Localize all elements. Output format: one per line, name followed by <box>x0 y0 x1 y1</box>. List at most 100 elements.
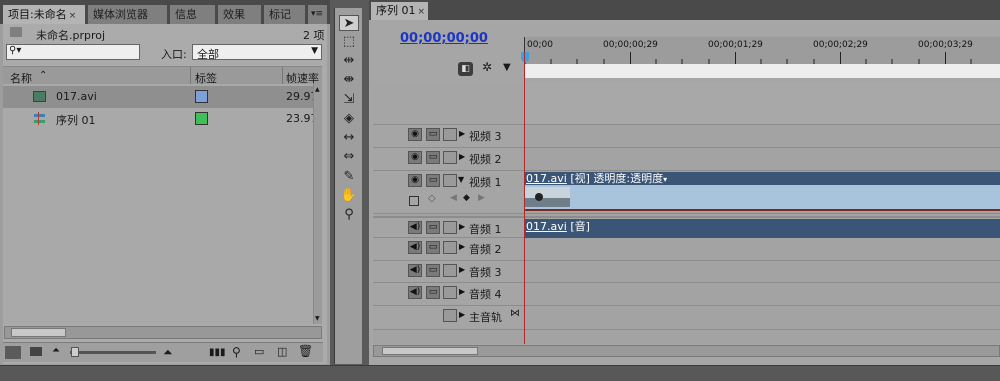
speaker-icon[interactable]: ◀) <box>408 241 422 254</box>
search-input[interactable]: ⚲▾ <box>6 44 140 60</box>
playhead[interactable] <box>524 52 525 344</box>
sync-lock-icon[interactable] <box>443 241 457 254</box>
pen-tool-icon[interactable]: ✎ <box>339 169 359 185</box>
list-item[interactable]: 017.avi 29.97 <box>3 86 322 108</box>
keyframe-toggle-icon[interactable]: ◇ <box>428 193 436 204</box>
prev-keyframe-icon[interactable]: ◀ <box>450 193 457 203</box>
slip-tool-icon[interactable]: ↔ <box>339 130 359 146</box>
add-keyframe-icon[interactable]: ◆ <box>463 193 470 203</box>
zoom-out-icon[interactable]: ⏶ <box>52 345 60 356</box>
selection-tool-icon[interactable]: ➤ <box>339 15 359 31</box>
track-audio-4[interactable]: ◀) ▭ ▶ 音频 4 <box>373 283 1000 306</box>
rate-stretch-tool-icon[interactable]: ⇲ <box>339 92 359 108</box>
expand-triangle-icon[interactable]: ▶ <box>459 287 465 296</box>
tab-info[interactable]: 信息 <box>170 5 216 24</box>
lock-icon[interactable]: ▭ <box>426 174 440 187</box>
scroll-thumb[interactable] <box>382 347 478 355</box>
tab-project[interactable]: 项目:未命名 × <box>3 5 86 24</box>
trash-icon[interactable]: 🗑 <box>298 344 313 358</box>
audio-clip[interactable]: 017.avi [音] <box>524 219 1000 238</box>
opacity-line[interactable] <box>524 209 1000 211</box>
chevron-down-icon[interactable]: ▾ <box>663 175 667 184</box>
lock-icon[interactable]: ▭ <box>426 286 440 299</box>
eye-icon[interactable]: ◉ <box>408 128 422 141</box>
sort-asc-icon[interactable]: ⌃ <box>39 70 47 81</box>
label-swatch[interactable] <box>195 90 208 103</box>
zoom-in-icon[interactable]: ⏶ <box>163 345 173 360</box>
snap-icon[interactable]: ◧ <box>458 62 473 76</box>
close-icon[interactable]: × <box>69 11 77 21</box>
sync-lock-icon[interactable] <box>443 151 457 164</box>
track-audio-3[interactable]: ◀) ▭ ▶ 音频 3 <box>373 261 1000 283</box>
zoom-tool-icon[interactable]: ⚲ <box>339 207 359 223</box>
new-bin-icon[interactable]: ▭ <box>254 345 264 358</box>
sync-lock-icon[interactable] <box>443 286 457 299</box>
rolling-edit-tool-icon[interactable]: ⇼ <box>339 72 359 88</box>
slide-tool-icon[interactable]: ⇔ <box>339 149 359 165</box>
expand-triangle-icon[interactable]: ▶ <box>459 265 465 274</box>
clip-effect[interactable]: 透明度:透明度 <box>593 172 663 185</box>
expand-triangle-icon[interactable]: ▶ <box>459 152 465 161</box>
track-audio-2[interactable]: ◀) ▭ ▶ 音频 2 <box>373 238 1000 261</box>
expand-triangle-icon[interactable]: ▶ <box>459 310 465 319</box>
hand-tool-icon[interactable]: ✋ <box>339 188 359 204</box>
timeline-horizontal-scrollbar[interactable] <box>373 345 1000 357</box>
next-keyframe-icon[interactable]: ▶ <box>478 193 485 203</box>
tab-effects[interactable]: 效果 <box>218 5 262 24</box>
lock-icon[interactable]: ▭ <box>426 241 440 254</box>
speaker-icon[interactable]: ◀) <box>408 264 422 277</box>
tab-sequence[interactable]: 序列 01 × <box>371 2 429 20</box>
track-video-2[interactable]: ◉ ▭ ▶ 视频 2 <box>373 148 1000 171</box>
video-clip-body[interactable] <box>524 185 1000 209</box>
zoom-slider-thumb[interactable] <box>71 347 79 357</box>
master-icon[interactable]: ⋈ <box>510 308 520 319</box>
lock-icon[interactable]: ▭ <box>426 221 440 234</box>
new-item-icon[interactable]: ◫ <box>277 345 287 358</box>
video-clip-header[interactable]: 017.avi [视] 透明度:透明度▾ <box>524 172 1000 185</box>
automate-to-sequence-icon[interactable]: ▮▮▮ <box>209 347 226 358</box>
sequence-marker-icon[interactable]: ▼ <box>503 62 511 73</box>
track-master[interactable]: ▶ 主音轨 ⋈ <box>373 306 1000 330</box>
collapse-triangle-icon[interactable]: ▼ <box>458 175 464 184</box>
vertical-scrollbar[interactable]: ▲ ▼ <box>313 84 322 324</box>
expand-triangle-icon[interactable]: ▶ <box>459 129 465 138</box>
scroll-up-icon[interactable]: ▲ <box>315 86 320 93</box>
work-area-bar[interactable] <box>524 64 1000 78</box>
find-icon[interactable]: ⚲ <box>232 345 241 359</box>
icon-view-icon[interactable] <box>30 347 42 356</box>
time-ruler[interactable]: 00;00 00;00;00;29 00;00;01;29 00;00;02;2… <box>524 37 1000 65</box>
current-timecode[interactable]: 00;00;00;00 <box>400 31 488 46</box>
sync-lock-icon[interactable] <box>443 221 457 234</box>
zoom-slider[interactable] <box>70 351 156 354</box>
sync-lock-icon[interactable] <box>443 128 457 141</box>
track-video-3[interactable]: ◉ ▭ ▶ 视频 3 <box>373 125 1000 148</box>
scroll-down-icon[interactable]: ▼ <box>315 315 320 322</box>
lock-icon[interactable]: ▭ <box>426 264 440 277</box>
lock-icon[interactable]: ▭ <box>426 128 440 141</box>
sync-lock-icon[interactable] <box>443 264 457 277</box>
tab-markers[interactable]: 标记 <box>264 5 306 24</box>
list-item[interactable]: 序列 01 23.97 <box>3 108 322 130</box>
horizontal-scrollbar[interactable] <box>4 326 322 339</box>
label-swatch[interactable] <box>195 112 208 125</box>
close-icon[interactable]: × <box>418 7 426 17</box>
sync-lock-icon[interactable] <box>443 309 457 322</box>
track-video-1[interactable]: ◉ ▭ ▼ 视频 1 ◇ ◀ ◆ ▶ 017.avi [视] 透明度:透明度▾ <box>373 171 1000 214</box>
track-select-tool-icon[interactable]: ⬚ <box>339 34 359 50</box>
panel-menu-icon[interactable]: ▾≡ <box>308 5 328 24</box>
speaker-icon[interactable]: ◀) <box>408 286 422 299</box>
lock-icon[interactable]: ▭ <box>426 151 440 164</box>
display-style-icon[interactable] <box>409 196 419 206</box>
expand-triangle-icon[interactable]: ▶ <box>459 222 465 231</box>
ripple-edit-tool-icon[interactable]: ⇹ <box>339 53 359 69</box>
set-marker-icon[interactable]: ✲ <box>482 60 492 74</box>
sync-lock-icon[interactable] <box>443 174 457 187</box>
eye-icon[interactable]: ◉ <box>408 174 422 187</box>
eye-icon[interactable]: ◉ <box>408 151 422 164</box>
entry-select[interactable]: 全部 ▼ <box>192 44 322 61</box>
razor-tool-icon[interactable]: ◈ <box>339 111 359 127</box>
tab-media-browser[interactable]: 媒体浏览器 <box>88 5 168 24</box>
speaker-icon[interactable]: ◀) <box>408 221 422 234</box>
track-audio-1[interactable]: ◀) ▭ ▶ 音频 1 017.avi [音] <box>373 216 1000 238</box>
expand-triangle-icon[interactable]: ▶ <box>459 242 465 251</box>
